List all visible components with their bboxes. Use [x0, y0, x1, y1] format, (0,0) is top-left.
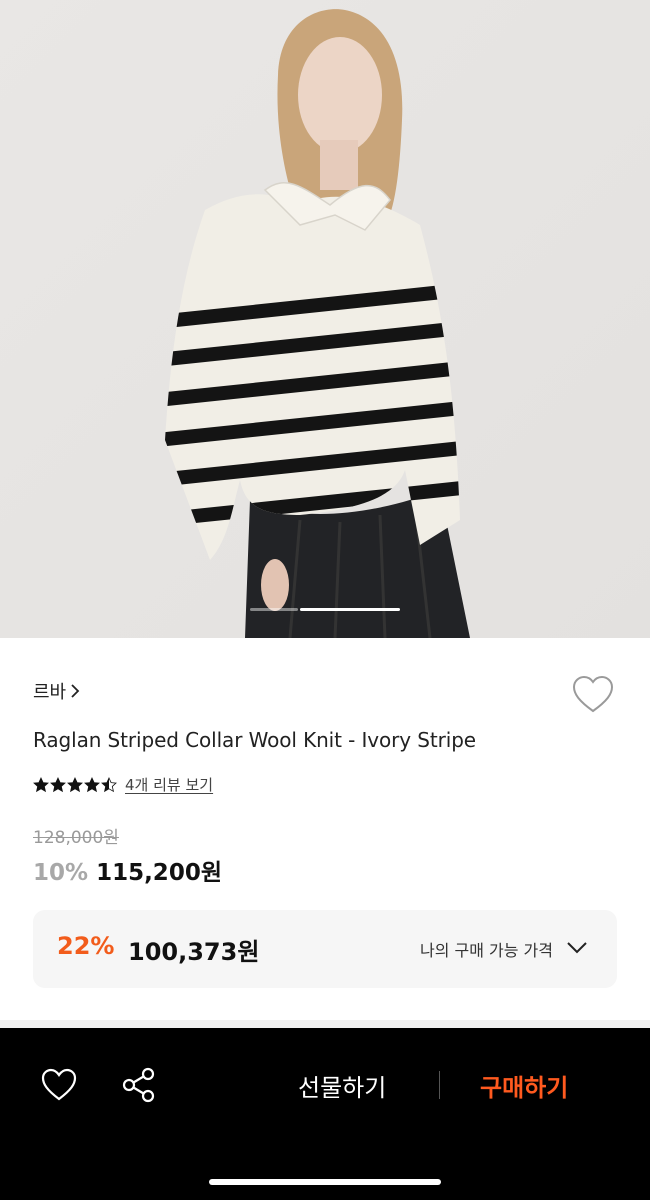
price-row: 10% 115,200원 — [33, 853, 222, 887]
my-price-label: 나의 구매 가능 가격 — [419, 941, 553, 960]
heart-outline-icon — [41, 1068, 77, 1101]
original-price: 128,000원 — [33, 828, 119, 848]
star-icon — [50, 776, 66, 792]
button-separator — [439, 1071, 440, 1099]
discount-percent: 10% — [33, 860, 89, 886]
buy-button[interactable]: 구매하기 — [480, 1068, 568, 1103]
product-title: Raglan Striped Collar Wool Knit - Ivory … — [33, 728, 476, 752]
review-link[interactable]: 4개 리뷰 보기 — [125, 774, 213, 795]
model-photo — [0, 0, 650, 638]
share-button[interactable] — [120, 1066, 158, 1104]
chevron-down-icon — [567, 942, 587, 954]
section-divider — [0, 1020, 650, 1028]
star-icon — [84, 776, 100, 792]
my-discount-percent: 22% — [57, 932, 115, 960]
star-icon — [33, 776, 49, 792]
my-price: 100,373원 — [128, 938, 260, 966]
gift-button[interactable]: 선물하기 — [298, 1068, 386, 1103]
product-image[interactable] — [0, 0, 650, 638]
star-icon — [67, 776, 83, 792]
gallery-indicator-1[interactable] — [250, 608, 298, 611]
home-indicator — [209, 1179, 441, 1185]
star-icon — [101, 776, 117, 792]
bottom-action-bar — [0, 1028, 650, 1200]
heart-outline-icon — [572, 675, 614, 713]
brand-link[interactable]: 르바 — [33, 678, 80, 704]
my-price-dropdown[interactable]: 22% 100,373원 나의 구매 가능 가격 — [33, 910, 617, 988]
bottom-wishlist-button[interactable] — [40, 1067, 78, 1103]
sale-price: 115,200원 — [96, 860, 222, 886]
wishlist-button[interactable] — [571, 674, 615, 716]
chevron-right-icon — [71, 684, 80, 698]
gallery-indicator-2[interactable] — [300, 608, 400, 611]
brand-name: 르바 — [33, 682, 67, 703]
rating-row: 4개 리뷰 보기 — [33, 774, 213, 795]
share-icon — [122, 1067, 155, 1103]
rating-stars — [33, 776, 117, 793]
